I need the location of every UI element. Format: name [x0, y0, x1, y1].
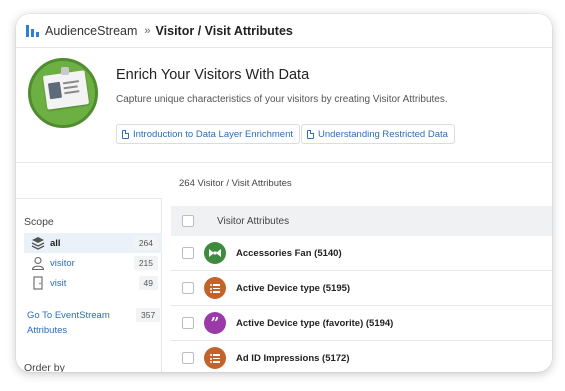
- scope-item-visitor[interactable]: visitor 215: [24, 253, 162, 273]
- scope-item-count: 215: [133, 256, 158, 270]
- select-all-checkbox[interactable]: [182, 215, 194, 227]
- page-title: Visitor / Visit Attributes: [155, 23, 293, 38]
- scope-item-label: all: [50, 237, 61, 249]
- quote-icon: ”: [204, 312, 226, 334]
- list-icon: [204, 277, 226, 299]
- hero-subtitle: Capture unique characteristics of your v…: [116, 94, 448, 105]
- door-icon: [31, 276, 45, 290]
- attribute-count: 264 Visitor / Visit Attributes: [179, 178, 292, 189]
- hero-title: Enrich Your Visitors With Data: [116, 67, 310, 83]
- person-icon: [31, 256, 45, 271]
- table-row[interactable]: ” Active Device type (favorite) (5194): [171, 306, 552, 341]
- list-header-label: Visitor Attributes: [217, 215, 290, 227]
- row-checkbox[interactable]: [182, 282, 194, 294]
- top-bar: AudienceStream » Visitor / Visit Attribu…: [16, 14, 552, 48]
- scope-item-label: visit: [50, 277, 67, 289]
- app-window: AudienceStream » Visitor / Visit Attribu…: [16, 14, 552, 372]
- row-checkbox[interactable]: [182, 352, 194, 364]
- scope-sidebar: Scope all 264 visitor 215 visit 49 Go To…: [16, 198, 162, 372]
- scope-item-all[interactable]: all 264: [24, 233, 162, 253]
- document-icon: [307, 129, 314, 139]
- table-row[interactable]: Ad ID Impressions (5172): [171, 341, 552, 372]
- id-card-illustration: [28, 58, 98, 128]
- link-label: Understanding Restricted Data: [318, 128, 448, 140]
- eventstream-count: 357: [136, 308, 161, 322]
- audiencestream-logo-icon: [26, 24, 39, 37]
- goto-eventstream-link[interactable]: Go To EventStream Attributes: [27, 308, 137, 338]
- intro-data-layer-link[interactable]: Introduction to Data Layer Enrichment: [116, 124, 301, 144]
- scope-item-visit[interactable]: visit 49: [24, 273, 162, 293]
- badge-icon: [204, 242, 226, 264]
- table-row[interactable]: Active Device type (5195): [171, 271, 552, 306]
- table-row[interactable]: Accessories Fan (5140): [171, 236, 552, 271]
- list-header: Visitor Attributes: [171, 206, 552, 236]
- row-checkbox[interactable]: [182, 317, 194, 329]
- attribute-list: Visitor Attributes Accessories Fan (5140…: [171, 206, 552, 372]
- row-checkbox[interactable]: [182, 247, 194, 259]
- restricted-data-link[interactable]: Understanding Restricted Data: [301, 124, 455, 144]
- order-by-heading: Order by: [24, 362, 65, 372]
- scope-item-count: 264: [133, 236, 158, 250]
- attribute-name: Active Device type (favorite) (5194): [236, 317, 394, 329]
- scope-item-count: 49: [138, 276, 158, 290]
- scope-heading: Scope: [24, 216, 54, 228]
- attribute-name: Accessories Fan (5140): [236, 247, 342, 259]
- link-label: Introduction to Data Layer Enrichment: [133, 128, 294, 140]
- document-icon: [122, 129, 129, 139]
- layers-icon: [31, 236, 45, 250]
- attribute-name: Ad ID Impressions (5172): [236, 352, 350, 364]
- hero-section: Enrich Your Visitors With Data Capture u…: [16, 48, 552, 163]
- scope-item-label: visitor: [50, 257, 75, 269]
- attribute-name: Active Device type (5195): [236, 282, 351, 294]
- breadcrumb-separator-icon: »: [144, 24, 150, 37]
- app-name-link[interactable]: AudienceStream: [45, 24, 137, 38]
- list-icon: [204, 347, 226, 369]
